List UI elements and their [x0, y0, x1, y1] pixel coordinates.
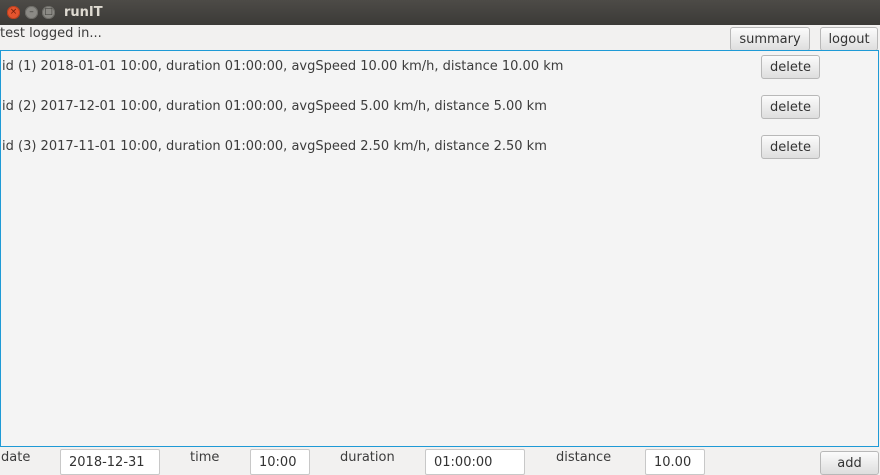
- delete-button[interactable]: delete: [761, 55, 820, 79]
- list-item: id (2) 2017-12-01 10:00, duration 01:00:…: [1, 95, 880, 119]
- time-label: time: [190, 450, 220, 465]
- delete-button[interactable]: delete: [761, 135, 820, 159]
- date-field[interactable]: [60, 449, 160, 475]
- runs-list: id (1) 2018-01-01 10:00, duration 01:00:…: [0, 50, 879, 447]
- window-title: runIT: [64, 5, 103, 20]
- run-description: id (2) 2017-12-01 10:00, duration 01:00:…: [2, 99, 547, 114]
- distance-field[interactable]: [645, 449, 705, 475]
- duration-label: duration: [340, 450, 395, 465]
- add-button[interactable]: add: [820, 451, 879, 475]
- list-item: id (3) 2017-11-01 10:00, duration 01:00:…: [1, 135, 880, 159]
- close-icon[interactable]: ×: [7, 6, 20, 19]
- list-item: id (1) 2018-01-01 10:00, duration 01:00:…: [1, 55, 880, 79]
- time-field[interactable]: [250, 449, 310, 475]
- distance-label: distance: [556, 450, 612, 465]
- run-description: id (1) 2018-01-01 10:00, duration 01:00:…: [2, 59, 564, 74]
- summary-button[interactable]: summary: [730, 27, 810, 51]
- duration-field[interactable]: [425, 449, 525, 475]
- title-bar: × – □ runIT: [0, 0, 880, 25]
- login-status: test logged in...: [0, 26, 102, 41]
- delete-button[interactable]: delete: [761, 95, 820, 119]
- run-description: id (3) 2017-11-01 10:00, duration 01:00:…: [2, 139, 547, 154]
- minimize-icon[interactable]: –: [25, 6, 38, 19]
- date-label: date: [1, 450, 31, 465]
- logout-button[interactable]: logout: [820, 27, 878, 51]
- maximize-icon[interactable]: □: [42, 6, 55, 19]
